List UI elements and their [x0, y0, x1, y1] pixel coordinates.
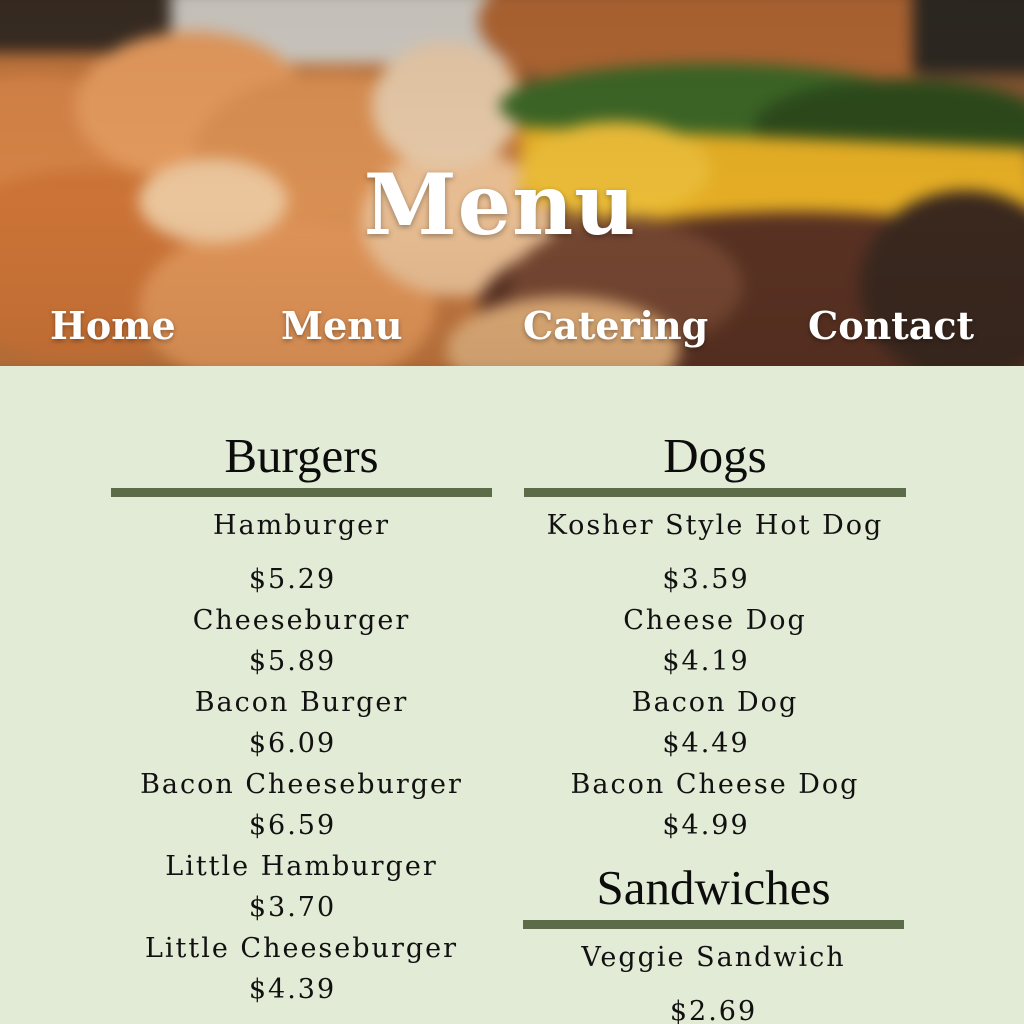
menu-item: Little Cheeseburger $4.39 — [111, 928, 492, 1010]
burgers-section: Burgers Hamburger $5.29 Cheeseburger $5.… — [111, 420, 492, 1010]
nav-link-catering[interactable]: Catering — [523, 302, 708, 350]
item-price: $3.59 — [662, 564, 750, 595]
menu-page: Menu Home Menu Catering Contact Burgers … — [0, 0, 1024, 1024]
item-name: Cheeseburger — [192, 605, 411, 636]
dogs-section: Dogs Kosher Style Hot Dog $3.59 Cheese D… — [524, 420, 906, 846]
item-name: Bacon Burger — [194, 687, 409, 718]
menu-item: Veggie Sandwich $2.69 — [523, 937, 904, 1024]
item-name: Hamburger — [213, 510, 390, 541]
item-name: Little Hamburger — [165, 851, 438, 882]
nav-link-contact[interactable]: Contact — [808, 302, 974, 350]
sandwiches-section: Sandwiches Veggie Sandwich $2.69 — [523, 852, 904, 1024]
item-price: $6.09 — [248, 728, 337, 759]
item-name: Bacon Cheese Dog — [570, 769, 860, 800]
item-name: Bacon Cheeseburger — [140, 769, 463, 800]
section-title-burgers: Burgers — [224, 428, 379, 483]
menu-item: Bacon Cheese Dog $4.99 — [524, 764, 906, 846]
item-name: Veggie Sandwich — [581, 942, 846, 973]
menu-item: Little Hamburger $3.70 — [111, 846, 492, 928]
item-name: Bacon Dog — [631, 687, 799, 718]
menu-item: Hamburger $5.29 — [111, 505, 492, 600]
item-price: $4.99 — [662, 810, 750, 841]
item-name: Kosher Style Hot Dog — [546, 510, 884, 541]
menu-item: Bacon Dog $4.49 — [524, 682, 906, 764]
item-price: $6.59 — [248, 810, 337, 841]
item-price: $3.70 — [248, 892, 337, 923]
item-price: $5.89 — [248, 646, 337, 677]
burgers-list: Hamburger $5.29 Cheeseburger $5.89 Bacon… — [111, 505, 492, 1010]
item-name: Little Cheeseburger — [144, 933, 459, 964]
item-price: $4.19 — [662, 646, 750, 677]
item-price: $5.29 — [248, 564, 337, 595]
item-name: Cheese Dog — [623, 605, 807, 636]
menu-item: Kosher Style Hot Dog $3.59 — [524, 505, 906, 600]
item-price: $2.69 — [669, 996, 758, 1024]
hero-banner: Menu Home Menu Catering Contact — [0, 0, 1024, 366]
section-title-sandwiches: Sandwiches — [596, 860, 831, 915]
menu-item: Bacon Cheeseburger $6.59 — [111, 764, 492, 846]
sandwiches-list: Veggie Sandwich $2.69 — [523, 937, 904, 1024]
section-title-dogs: Dogs — [663, 428, 767, 483]
menu-item: Cheese Dog $4.19 — [524, 600, 906, 682]
item-price: $4.39 — [248, 974, 337, 1005]
nav-link-menu[interactable]: Menu — [281, 302, 403, 350]
menu-item: Cheeseburger $5.89 — [111, 600, 492, 682]
menu-item: Bacon Burger $6.09 — [111, 682, 492, 764]
item-price: $4.49 — [662, 728, 750, 759]
page-title: Menu — [363, 155, 637, 254]
nav-link-home[interactable]: Home — [50, 302, 176, 350]
dogs-list: Kosher Style Hot Dog $3.59 Cheese Dog $4… — [524, 505, 906, 846]
